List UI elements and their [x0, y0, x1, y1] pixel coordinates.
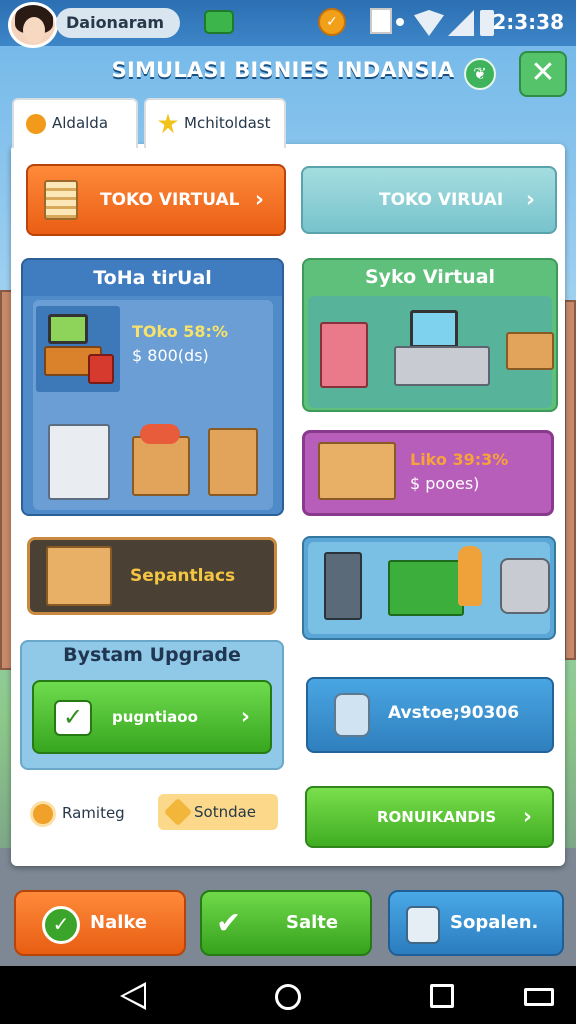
shield-icon: ✓ [318, 8, 346, 36]
back-icon[interactable] [120, 982, 146, 1010]
button-label: pugntiaoo [112, 708, 198, 726]
chevron-right-icon: › [254, 187, 264, 213]
checkmark-icon: ✔ [216, 906, 242, 941]
button-label: TOKO VIRUAI [379, 190, 504, 210]
produce-box-icon [506, 332, 554, 370]
card-title: Syko Virtual [364, 266, 496, 288]
star-icon [158, 113, 178, 134]
document-icon [370, 8, 392, 34]
status-bar: Daionaram ✓ 2:3:38 [0, 0, 576, 48]
computer-desk-icon [36, 306, 120, 392]
ranking-link[interactable]: Ramiteg [30, 798, 125, 828]
worker-icon [458, 546, 482, 606]
liko-stat-line2: $ pooes) [410, 474, 480, 493]
toko-viruai-button[interactable]: TOKO VIRUAI › [301, 166, 557, 234]
liko-stat-line1: Liko 39:3% [410, 450, 509, 469]
stacked-boxes-icon [318, 442, 396, 500]
avstoe-button[interactable]: Avstoe;90306 [306, 677, 554, 753]
cart-icon [320, 322, 368, 388]
chevron-right-icon: › [240, 704, 250, 730]
check-circle-icon: ✓ [42, 906, 80, 944]
button-label: Sopalen. [450, 912, 539, 933]
gear-icon [26, 113, 46, 134]
button-label: TOKO VIRTUAL [100, 190, 240, 210]
status-time: 2:3:38 [492, 10, 564, 34]
sepantlacs-label: Sepantlacs [130, 566, 236, 586]
chevron-right-icon: › [525, 187, 535, 213]
toko-stat-line1: TOko 58:% [132, 322, 228, 341]
tab-aldalda[interactable]: Aldalda [12, 98, 138, 148]
sotndae-badge[interactable]: Sotndae [158, 794, 278, 830]
package-pile-icon [46, 546, 112, 606]
fruit-basket-icon [140, 424, 180, 444]
player-name[interactable]: Daionaram [56, 8, 180, 38]
monitor-icon [410, 310, 458, 348]
cash-register-icon [394, 346, 490, 386]
heater-icon [324, 552, 362, 620]
paper-stack-icon [44, 180, 78, 220]
close-button[interactable]: ✕ [519, 51, 567, 97]
globe-machine-icon [500, 558, 550, 614]
tab-label: Mchitoldast [184, 114, 271, 132]
signal-icon [448, 10, 474, 36]
tab-label: Aldalda [52, 114, 109, 132]
chevron-right-icon: › [522, 804, 532, 830]
notification-dot-icon [396, 18, 404, 26]
tag-icon [163, 797, 193, 827]
background-building-right [564, 300, 576, 660]
database-icon [406, 906, 440, 944]
check-icon: ✓ [54, 700, 92, 736]
wifi-icon [414, 10, 444, 36]
system-nav-bar [0, 966, 576, 1024]
shopping-cart-icon [388, 560, 464, 616]
salte-button[interactable]: ✔ Salte [200, 890, 372, 956]
button-label: RONUIKANDIS [377, 808, 497, 826]
crate-icon [208, 428, 258, 496]
home-icon[interactable] [275, 984, 301, 1010]
toko-stat-line2: $ 800(ds) [132, 346, 209, 365]
sopalen-button[interactable]: Sopalen. [388, 890, 564, 956]
leaf-icon[interactable]: ❦ [464, 58, 496, 90]
recent-apps-icon[interactable] [430, 984, 454, 1008]
button-label: Avstoe;90306 [388, 703, 520, 723]
cardboard-box-icon [132, 436, 190, 496]
money-icon [204, 10, 234, 34]
ronuikandis-button[interactable]: RONUIKANDIS › [305, 786, 554, 848]
avatar-face [23, 17, 45, 43]
ranking-label: Ramiteg [62, 804, 125, 822]
ranking-coin-icon [30, 800, 56, 827]
nalke-button[interactable]: ✓ Nalke [14, 890, 186, 956]
button-label: Salte [286, 912, 339, 933]
player-avatar[interactable] [8, 2, 58, 48]
keyboard-icon[interactable] [524, 988, 554, 1006]
badge-label: Sotndae [194, 803, 257, 821]
tab-mchitoldast[interactable]: Mchitoldast [144, 98, 286, 148]
purchase-button[interactable]: ✓ pugntiaoo › [32, 680, 272, 754]
upgrade-title: Bystam Upgrade [63, 644, 241, 666]
button-label: Nalke [90, 912, 148, 933]
soap-bottle-icon [334, 693, 370, 737]
building-block-icon [48, 424, 110, 500]
card-title: ToHa tirUal [23, 260, 282, 296]
